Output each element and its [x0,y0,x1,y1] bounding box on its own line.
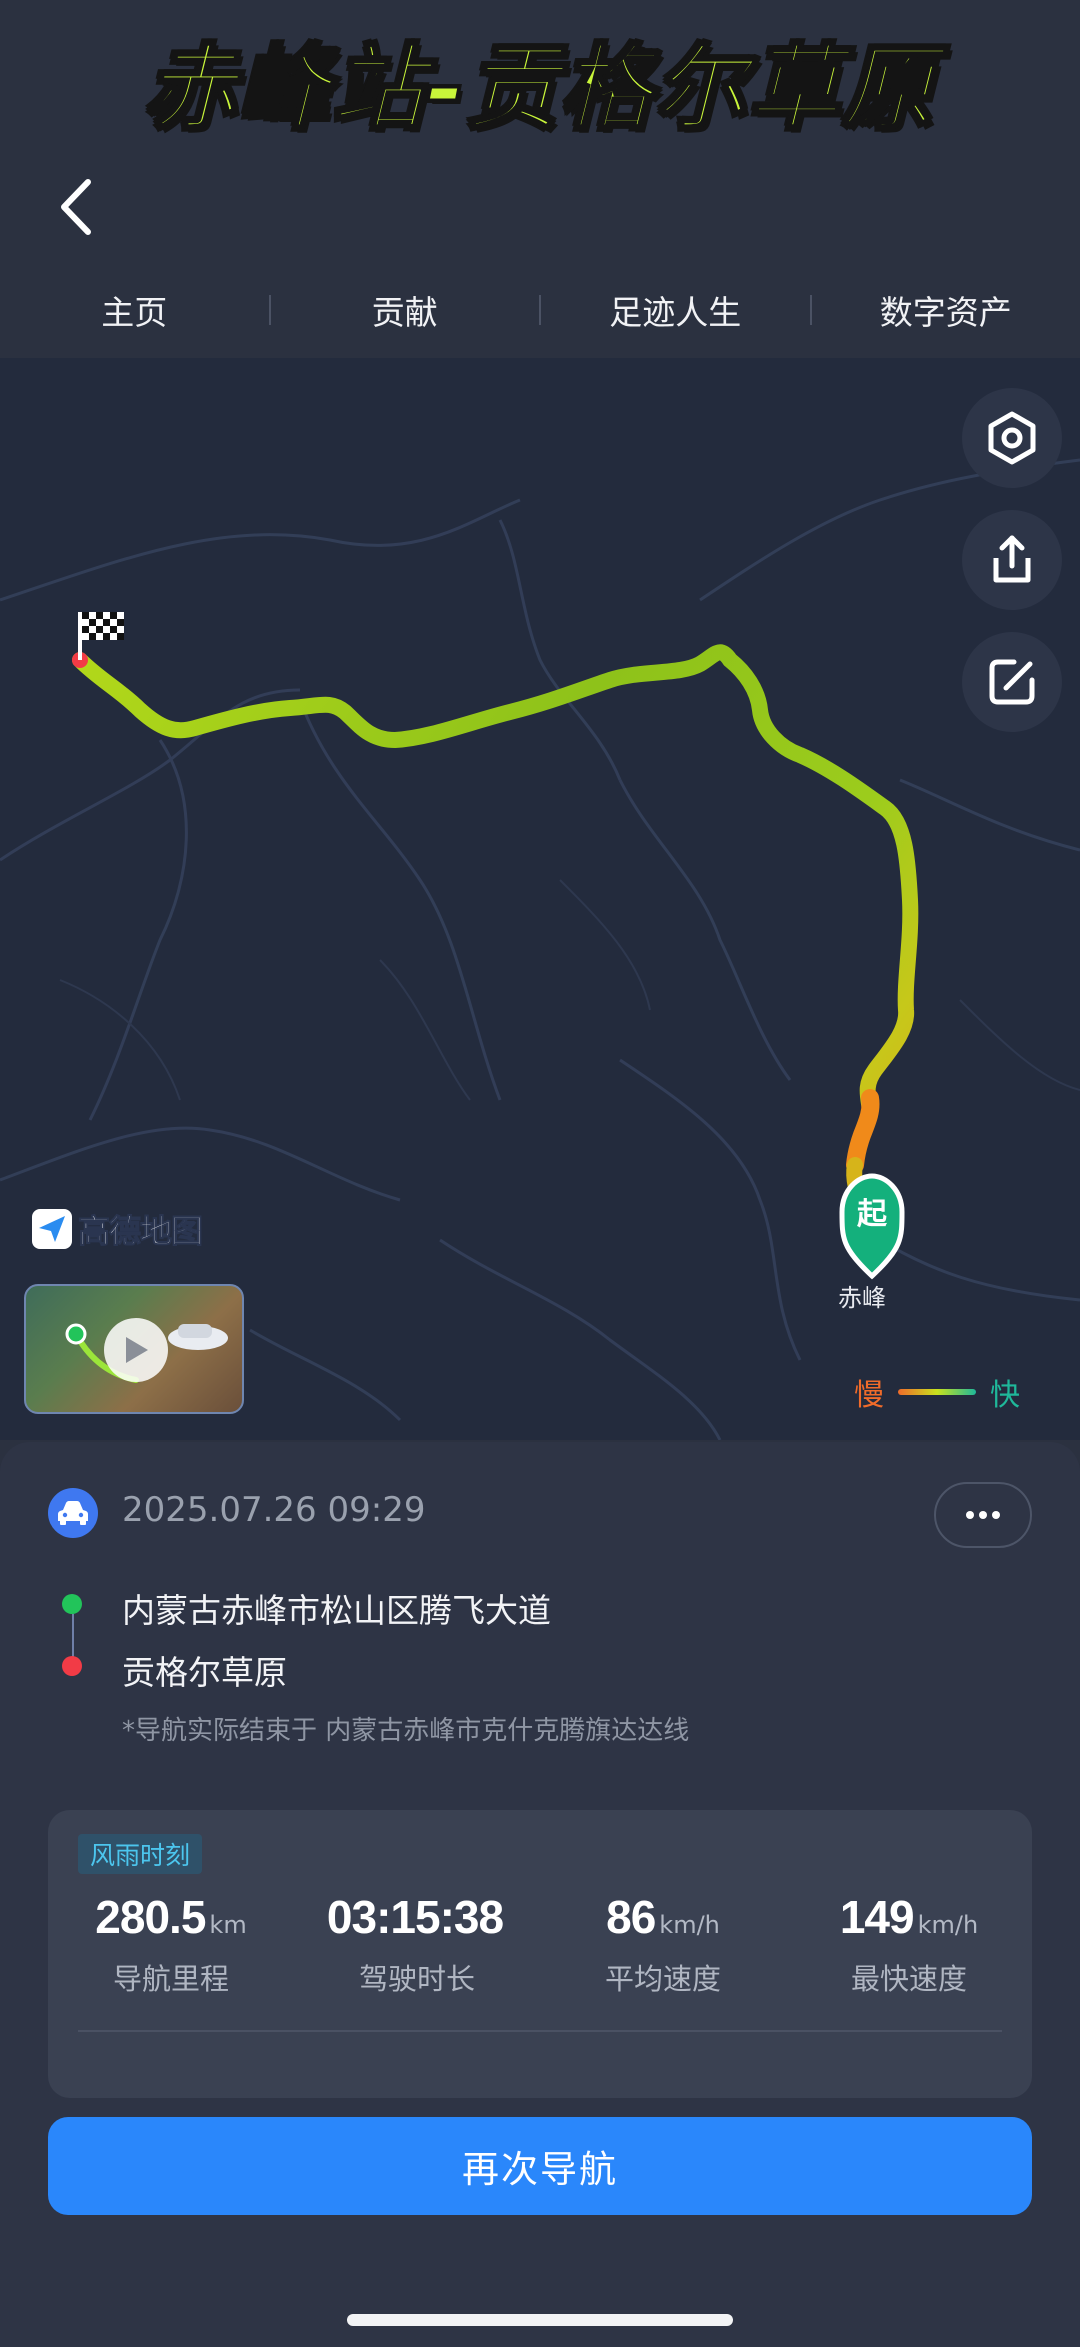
tab-digital-assets[interactable]: 数字资产 [812,286,1080,334]
route-map[interactable]: 起 高德地图 赤峰 慢 快 [0,358,1080,1440]
end-dot [62,1656,82,1676]
stat-distance: 280.5 km 导航里程 [48,1890,294,1998]
start-place-label: 赤峰 [838,1284,886,1312]
stats-row: 280.5 km 导航里程 03:15:38 驾驶时长 86 km/h 平均速度 1… [48,1890,1032,1998]
stat-unit: km/h [917,1911,979,1939]
route-end-note: *导航实际结束于 内蒙古赤峰市克什克腾旗达达线 [122,1716,690,1746]
route-video-thumbnail[interactable] [24,1284,244,1414]
share-icon [993,535,1031,583]
speed-legend: 慢 快 [854,1370,1020,1414]
play-button[interactable] [104,1318,168,1382]
provider-logo: 高德地图 [32,1206,204,1252]
tab-contribution[interactable]: 贡献 [271,286,540,334]
navigate-again-button[interactable]: 再次导航 [48,2117,1032,2215]
share-button[interactable] [962,510,1062,610]
stat-value: 149 [839,1891,915,1943]
map-settings-button[interactable] [962,388,1062,488]
stats-divider [78,2030,1002,2032]
legend-slow-label: 慢 [854,1378,884,1413]
chevron-left-icon [61,179,91,235]
page: 赤峰站-贡格尔草原 主页 贡献 足迹人生 数字资产 起 高德地图 赤峰 慢 快 … [0,0,1080,2347]
route-slow-segment [846,1089,880,1174]
more-button[interactable] [934,1482,1032,1548]
edit-button[interactable] [962,632,1062,732]
checkered-flag-icon [78,612,124,660]
legend-fast-label: 快 [990,1378,1020,1413]
route-end-address: 贡格尔草原 [122,1653,287,1692]
tab-home[interactable]: 主页 [0,286,269,334]
back-button[interactable] [48,172,108,242]
stat-label: 最快速度 [850,1962,967,1996]
start-dot [62,1594,82,1614]
amap-logo-icon [32,1209,72,1249]
terrain-lines-thin [59,879,1080,1101]
stats-badge: 风雨时刻 [78,1834,203,1874]
stat-unit: km/h [659,1911,720,1939]
trip-detail-sheet: 2025.07.26 09:29 内蒙古赤峰市松山区腾飞大道 贡格尔草原 *导航… [0,1442,1080,2347]
overlay-title: 赤峰站-贡格尔草原 [142,34,937,144]
tab-footprint[interactable]: 足迹人生 [541,286,810,334]
stat-average-speed: 86 km/h 平均速度 [540,1890,786,1998]
hexagon-settings-icon [988,411,1036,465]
stat-value: 03:15:38 [326,1891,504,1943]
legend-gradient-bar [898,1389,976,1395]
route-start-address: 内蒙古赤峰市松山区腾飞大道 [122,1591,551,1630]
start-marker-text: 起 [857,1197,888,1232]
stat-label: 导航里程 [112,1962,229,1996]
map-canvas: 起 [0,458,1080,1440]
provider-logo-text: 高德地图 [77,1212,203,1251]
trip-stats-card: 风雨时刻 280.5 km 导航里程 03:15:38 驾驶时长 86 km/h 平… [48,1810,1032,2098]
stat-label: 平均速度 [604,1962,721,1996]
more-icon [966,1511,1000,1519]
tab-bar: 主页 贡献 足迹人生 数字资产 [0,278,1080,342]
stat-max-speed: 149 km/h 最快速度 [786,1890,1032,1998]
home-indicator[interactable] [347,2314,733,2326]
start-marker: 起 [839,1173,905,1280]
top-bar: 赤峰站-贡格尔草原 主页 贡献 足迹人生 数字资产 [0,0,1080,360]
stat-value: 86 [606,1891,656,1943]
stat-duration: 03:15:38 驾驶时长 [294,1890,540,1998]
stat-value: 280.5 [95,1891,206,1943]
stat-unit: km [209,1911,247,1939]
edit-icon [989,659,1035,705]
stat-label: 驾驶时长 [358,1962,475,1996]
play-icon [126,1337,148,1363]
car-icon [48,1488,98,1538]
route-line [72,644,919,1118]
trip-datetime: 2025.07.26 09:29 [122,1490,426,1530]
